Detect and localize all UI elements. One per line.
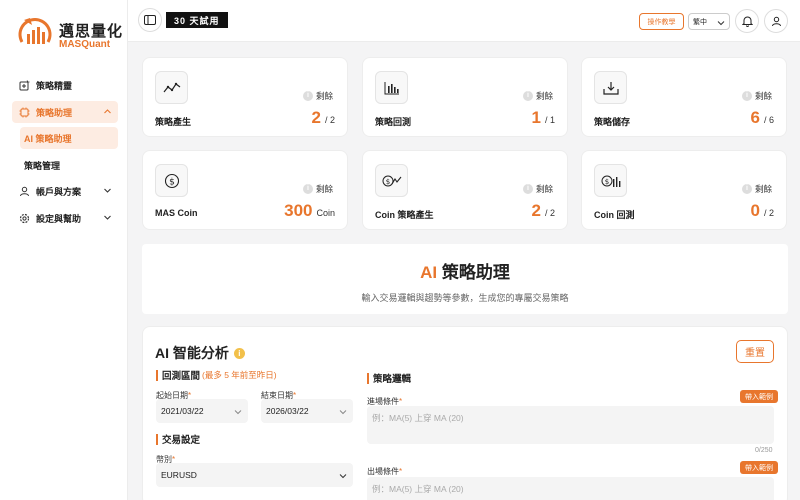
dollar-coin-icon: $ <box>155 164 188 197</box>
masquant-logo-icon <box>18 18 52 44</box>
info-icon: i <box>741 184 752 194</box>
remain-label: i 剩餘 <box>302 183 333 195</box>
remain-label: i 剩餘 <box>741 90 772 102</box>
trade-settings-title: 交易設定 <box>156 432 200 446</box>
entry-condition-textarea[interactable]: 例：MA(5) 上穿 MA (20) <box>367 406 774 444</box>
trial-badge: 30 天試用 <box>166 12 228 28</box>
svg-text:$: $ <box>169 177 175 187</box>
backtest-section-title: 回測區間 (最多 5 年前至昨日) <box>156 368 277 382</box>
stat-card-coin-strategy-generate: $ Coin 策略產生 i 剩餘 2/ 2 <box>362 150 568 230</box>
end-date-select[interactable]: 2026/03/22 <box>261 399 353 423</box>
assistant-banner: AI 策略助理 輸入交易邏輯與趨勢等參數，生成您的專屬交易策略 <box>142 244 788 314</box>
reset-button[interactable]: 重置 <box>736 340 774 363</box>
sidebar-toggle-button[interactable] <box>138 8 162 32</box>
stat-value: 6/ 6 <box>750 108 774 127</box>
user-icon <box>16 186 32 197</box>
info-icon: i <box>741 91 752 101</box>
sidebar-item-strategy-wizard[interactable]: 策略精靈 <box>12 74 118 96</box>
insert-example-button[interactable]: 帶入範例 <box>740 461 778 474</box>
sidebar-item-label: 帳戶與方案 <box>36 186 82 197</box>
sidebar-item-strategy-assistant[interactable]: 策略助理 <box>12 101 118 123</box>
remain-label: i 剩餘 <box>302 90 333 102</box>
stat-label: Coin 策略產生 <box>375 210 434 220</box>
sidebar-item-label: 策略精靈 <box>36 80 73 91</box>
stat-card-strategy-save: 策略儲存 i 剩餘 6/ 6 <box>581 57 787 137</box>
gear-icon <box>16 213 32 224</box>
info-icon: i <box>522 91 533 101</box>
stat-value: 2/ 2 <box>311 108 335 127</box>
chevron-down-icon <box>104 215 111 220</box>
insert-example-button[interactable]: 帶入範例 <box>740 390 778 403</box>
chevron-down-icon <box>339 474 347 479</box>
stat-value: 2/ 2 <box>531 201 555 220</box>
coin-trend-icon: $ <box>375 164 408 197</box>
stat-value: 0/ 2 <box>750 201 774 220</box>
currency-select[interactable]: EURUSD <box>156 463 353 487</box>
brand-logo[interactable]: 邁思量化 MASQuant <box>14 12 126 54</box>
exit-condition-textarea[interactable]: 例：MA(5) 上穿 MA (20) <box>367 477 774 500</box>
chevron-down-icon <box>339 410 347 415</box>
chevron-down-icon <box>104 188 111 193</box>
svg-text:$: $ <box>604 178 608 186</box>
stat-card-strategy-backtest: 策略回測 i 剩餘 1/ 1 <box>362 57 568 137</box>
brand-name: 邁思量化 <box>59 23 124 40</box>
strategy-logic-title: 策略邏輯 <box>367 371 411 385</box>
start-date-select[interactable]: 2021/03/22 <box>156 399 248 423</box>
user-icon <box>771 16 781 26</box>
stat-label: Coin 回測 <box>594 210 635 220</box>
sidebar-item-label: 設定與幫助 <box>36 213 82 224</box>
stat-value: 300 Coin <box>284 201 335 220</box>
stat-label: 策略回測 <box>375 117 412 127</box>
stat-label: 策略儲存 <box>594 117 631 127</box>
sidebar-item-label: 策略助理 <box>36 107 73 118</box>
info-icon[interactable]: i <box>233 347 245 359</box>
stat-card-coin-backtest: $ Coin 回測 i 剩餘 0/ 2 <box>581 150 787 230</box>
remain-label: i 剩餘 <box>741 183 772 195</box>
sidebar-item-settings-help[interactable]: 設定與幫助 <box>12 207 118 229</box>
brand-sub: MASQuant <box>59 39 111 50</box>
language-value: 繁中 <box>693 18 707 26</box>
info-icon: i <box>302 184 313 194</box>
entry-char-counter: 0/250 <box>755 447 773 454</box>
stat-label: MAS Coin <box>155 208 198 218</box>
stat-card-strategy-generate: 策略產生 i 剩餘 2/ 2 <box>142 57 348 137</box>
ai-analysis-panel: AI 智能分析 i 重置 回測區間 (最多 5 年前至昨日) 起始日期* 2021/… <box>142 326 788 500</box>
banner-subtitle: 輸入交易邏輯與趨勢等參數，生成您的專屬交易策略 <box>361 293 569 303</box>
remain-label: i 剩餘 <box>522 183 553 195</box>
coin-bars-icon: $ <box>594 164 627 197</box>
panel-title: AI 智能分析 i <box>155 343 245 363</box>
assistant-icon <box>16 107 32 118</box>
user-menu-button[interactable] <box>764 9 788 33</box>
sidebar: 邁思量化 MASQuant 策略精靈 策略助理 AI 策略助理 策略管理 帳戶與… <box>0 0 128 500</box>
line-trend-icon <box>155 71 188 104</box>
bar-chart-icon <box>375 71 408 104</box>
language-select[interactable]: 繁中 <box>688 13 730 30</box>
stat-label: 策略產生 <box>155 117 192 127</box>
download-tray-icon <box>594 71 627 104</box>
svg-text:$: $ <box>385 178 389 186</box>
info-icon: i <box>522 184 533 194</box>
banner-title: AI 策略助理 <box>420 263 510 282</box>
top-header: 30 天試用 操作教學 繁中 <box>128 0 800 42</box>
stat-card-mas-coin: $ MAS Coin i 剩餘 300 Coin <box>142 150 348 230</box>
tutorial-button[interactable]: 操作教學 <box>639 13 684 30</box>
sidebar-item-account-plan[interactable]: 帳戶與方案 <box>12 180 118 202</box>
sidebar-subitem-strategy-management[interactable]: 策略管理 <box>20 154 118 176</box>
remain-label: i 剩餘 <box>522 90 553 102</box>
chevron-down-icon <box>234 410 242 415</box>
sidebar-toggle-icon <box>144 15 156 25</box>
wizard-icon <box>16 79 32 91</box>
chevron-up-icon <box>104 109 111 114</box>
chevron-down-icon <box>717 21 725 26</box>
notifications-button[interactable] <box>735 9 759 33</box>
info-icon: i <box>302 91 313 101</box>
bell-icon <box>741 16 753 27</box>
sidebar-subitem-ai-assistant[interactable]: AI 策略助理 <box>20 127 118 149</box>
exit-condition-label: 出場條件* <box>367 467 403 476</box>
stat-value: 1/ 1 <box>531 108 555 127</box>
